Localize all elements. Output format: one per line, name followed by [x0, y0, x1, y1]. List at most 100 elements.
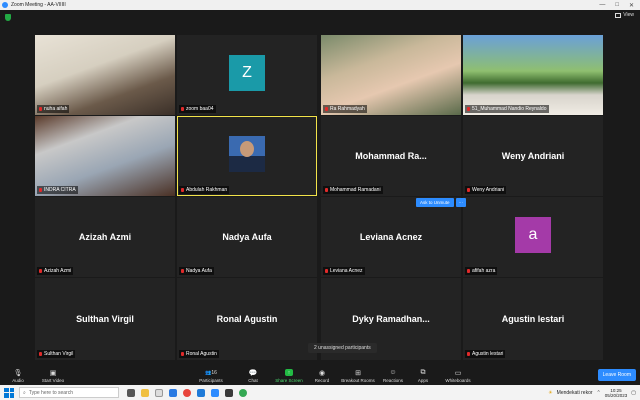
participant-tile[interactable]: Agustin lestari Agustin lestari [463, 278, 603, 360]
chat-button[interactable]: 💬 Chat [244, 364, 262, 384]
participant-tile[interactable]: Abdulah Rakhman [177, 116, 317, 196]
minimize-button[interactable]: — [599, 2, 605, 9]
zoom-app-icon [2, 2, 8, 8]
store-icon[interactable] [155, 388, 163, 397]
maximize-button[interactable]: □ [615, 2, 619, 9]
window-title: Zoom Meeting - AA-VIIIII [11, 2, 66, 8]
search-icon: ⌕ [23, 389, 26, 396]
participant-tile[interactable]: Nadya Aufa Nadya Aufa [177, 197, 317, 277]
participant-tile[interactable]: 51_Muhammad Nandio Reynaldo [463, 35, 603, 115]
start-video-button[interactable]: ▣ Start Video [38, 364, 68, 384]
search-placeholder: Type here to search [28, 389, 74, 396]
participant-name-label: Azizah Azmi [37, 267, 74, 275]
participant-display-name: Nadya Aufa [222, 232, 272, 242]
unassigned-participants-notice[interactable]: 2 unassigned participants [308, 343, 377, 353]
participant-name: Sulthan Virgil [44, 351, 74, 357]
clock-date: 05/20/2023 [604, 392, 628, 398]
ask-to-unmute-button[interactable]: Ask to Unmute [416, 198, 454, 207]
audio-label: Audio [12, 378, 24, 383]
windows-start-icon[interactable] [4, 387, 14, 398]
taskbar-clock[interactable]: 10:25 05/20/2023 [605, 388, 628, 398]
participant-display-name: Leviana Acnez [359, 232, 423, 242]
share-screen-button[interactable]: ↑ Share Screen [272, 364, 306, 384]
participant-video [463, 35, 603, 115]
grid-view-icon [615, 12, 622, 18]
leave-room-button[interactable]: Leave Room [597, 369, 636, 381]
record-icon: ◉ [318, 369, 326, 377]
participant-display-name: Azizah Azmi [78, 232, 132, 242]
participant-tile[interactable]: Weny Andriani Weny Andriani [463, 116, 603, 196]
participant-tile[interactable]: Ra Rahmadyah [321, 35, 461, 115]
chrome-icon[interactable] [183, 388, 191, 397]
notifications-icon[interactable]: ▢ [631, 390, 636, 396]
file-explorer-icon[interactable] [141, 388, 149, 397]
participant-name: Abdulah Rakhman [186, 187, 228, 193]
microphone-muted-icon [39, 107, 42, 111]
participant-display-name: Mohammad Ra... [355, 151, 427, 161]
participant-tile[interactable]: a afifah azra [463, 197, 603, 277]
microphone-muted-icon [39, 188, 42, 192]
participant-name-label: Abdulah Rakhman [179, 186, 230, 194]
participant-tile[interactable]: Azizah Azmi Azizah Azmi [35, 197, 175, 277]
app-icon[interactable] [225, 388, 233, 397]
participant-display-name: Agustin lestari [501, 314, 565, 324]
microphone-muted-icon [181, 188, 184, 192]
participant-tile[interactable]: Leviana Acnez Leviana Acnez [321, 197, 461, 277]
participant-name-label: Leviana Acnez [323, 267, 365, 275]
zoom-taskbar-icon[interactable] [211, 388, 219, 397]
participant-name-label: Mohammad Ramadani [323, 186, 383, 194]
participant-name: Mohammad Ramadani [330, 187, 381, 193]
ask-unmute-bar: Ask to Unmute ··· [416, 198, 467, 207]
weather-text[interactable]: Mendekati rekor [557, 390, 593, 396]
mail-icon[interactable] [169, 388, 177, 397]
security-shield-icon[interactable] [5, 14, 11, 21]
taskbar-search-input[interactable]: ⌕ Type here to search [19, 387, 119, 398]
microphone-muted-icon [181, 269, 184, 273]
participant-display-name: Sulthan Virgil [76, 314, 134, 324]
participant-name: Nadya Aufa [186, 268, 212, 274]
participant-name-label: Weny Andriani [465, 186, 507, 194]
view-button[interactable]: View [615, 12, 634, 18]
participant-video [35, 116, 175, 196]
record-button[interactable]: ◉ Record [312, 364, 332, 384]
microphone-muted-icon: 🎙 [13, 369, 23, 377]
participant-tile[interactable]: Mohammad Ra... Mohammad Ramadani [321, 116, 461, 196]
participant-name-label: zoom baa04 [179, 105, 216, 113]
participant-tile[interactable]: Ronal Agustin Ronal Agustin [177, 278, 317, 360]
windows-taskbar: ⌕ Type here to search ☀ Mendekati rekor … [0, 385, 640, 400]
video-off-icon: ▣ [49, 369, 57, 377]
audio-button[interactable]: 🎙 Audio [10, 364, 26, 384]
participant-name: Azizah Azmi [44, 268, 72, 274]
participants-button[interactable]: 👥 16 Participants [196, 364, 226, 384]
reactions-button[interactable]: ☺ Reactions [380, 364, 406, 384]
close-button[interactable]: ✕ [629, 2, 634, 9]
breakout-rooms-button[interactable]: ⊞ Breakout Rooms [338, 364, 378, 384]
participant-name: Weny Andriani [472, 187, 505, 193]
network-icon[interactable]: ⌃ [597, 390, 601, 396]
apps-label: Apps [417, 378, 429, 383]
edge-icon[interactable] [197, 388, 205, 397]
microphone-muted-icon [181, 352, 184, 356]
task-view-icon[interactable] [127, 388, 135, 397]
meeting-topbar: View [0, 10, 640, 34]
participant-name-label: Nadya Aufa [179, 267, 214, 275]
participant-display-name: Weny Andriani [501, 151, 565, 161]
whiteboards-button[interactable]: ▭ Whiteboards [440, 364, 476, 384]
participant-name-label: Ronal Agustin [179, 350, 219, 358]
participant-tile[interactable]: Sulthan Virgil Sulthan Virgil [35, 278, 175, 360]
microphone-muted-icon [467, 107, 470, 111]
microphone-muted-icon [181, 107, 184, 111]
meet-icon[interactable] [239, 388, 247, 397]
start-video-label: Start Video [41, 378, 65, 383]
more-options-button[interactable]: ··· [455, 198, 467, 207]
microphone-muted-icon [467, 269, 470, 273]
chat-label: Chat [248, 378, 258, 383]
microphone-muted-icon [325, 107, 328, 111]
participants-icon: 👥 16 [205, 369, 217, 376]
participant-tile[interactable]: Zzoom baa04 [177, 35, 317, 115]
participant-tile[interactable]: INDRA CITRA [35, 116, 175, 196]
participant-name: Leviana Acnez [330, 268, 363, 274]
participant-name-label: Sulthan Virgil [37, 350, 76, 358]
apps-button[interactable]: ⧉ Apps [414, 364, 432, 384]
participant-tile[interactable]: nuha aifah [35, 35, 175, 115]
